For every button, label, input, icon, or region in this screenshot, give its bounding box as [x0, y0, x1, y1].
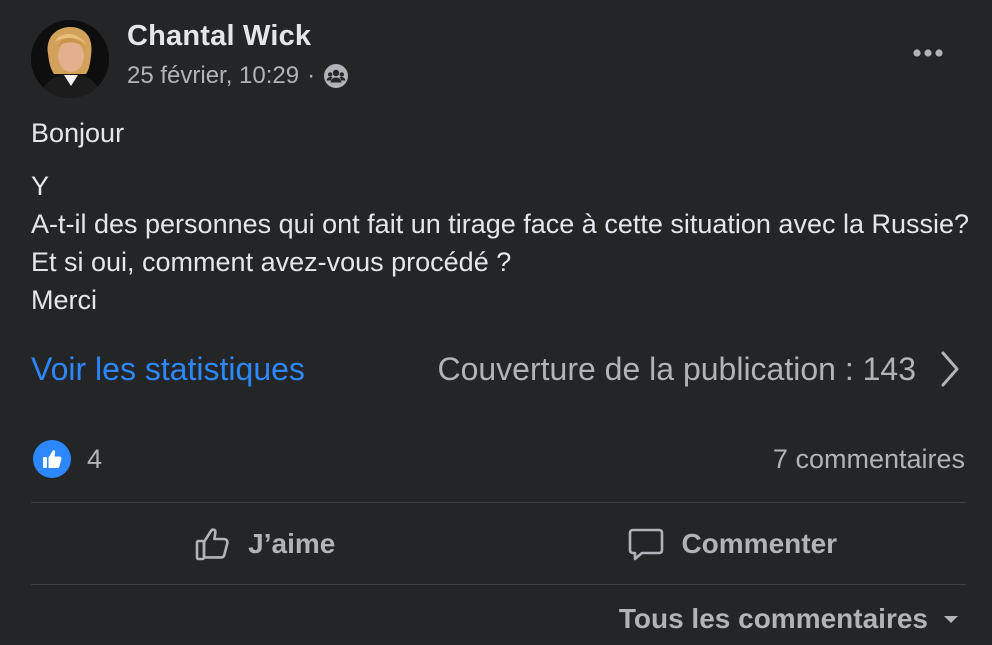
- meta-separator: ·: [307, 62, 316, 89]
- like-button-label: J’aime: [248, 527, 336, 559]
- like-reaction-icon: [33, 440, 71, 478]
- comment-button[interactable]: Commenter: [499, 503, 967, 584]
- post-meta: 25 février, 10:29 ·: [127, 62, 349, 90]
- post-card: Chantal Wick 25 février, 10:29 · Bonjour…: [0, 0, 992, 645]
- post-reach[interactable]: Couverture de la publication : 143: [437, 349, 962, 389]
- post-text-line: Y: [31, 171, 50, 201]
- comment-bubble-icon: [629, 528, 664, 560]
- comment-button-label: Commenter: [681, 527, 838, 559]
- post-timestamp[interactable]: 25 février, 10:29: [127, 62, 299, 90]
- caret-down-icon: [944, 616, 958, 623]
- chevron-right-icon: [941, 351, 959, 387]
- post-body: Bonjour Y A-t-il des personnes qui ont f…: [31, 114, 971, 319]
- divider: [31, 584, 966, 585]
- like-button[interactable]: J’aime: [31, 503, 499, 584]
- author-name[interactable]: Chantal Wick: [127, 20, 311, 53]
- post-reach-label: Couverture de la publication : 143: [437, 350, 916, 387]
- view-insights-link[interactable]: Voir les statistiques: [31, 351, 305, 388]
- avatar-image: [31, 20, 109, 98]
- post-text-line: Bonjour: [31, 118, 125, 148]
- comments-sort-dropdown[interactable]: Tous les commentaires: [619, 603, 960, 635]
- more-horizontal-icon: [913, 49, 943, 57]
- thumbs-up-icon: [195, 527, 229, 560]
- reaction-count: 4: [87, 443, 103, 474]
- post-text-line: A-t-il des personnes qui ont fait un tir…: [31, 209, 970, 277]
- more-options-button[interactable]: [912, 38, 948, 68]
- post-text-line: Merci: [31, 285, 97, 315]
- comments-count[interactable]: 7 commentaires: [773, 444, 965, 475]
- group-audience-icon[interactable]: [323, 63, 349, 89]
- reactions-summary[interactable]: 4: [33, 440, 102, 478]
- action-bar: J’aime Commenter: [31, 503, 966, 584]
- comments-sort-label: Tous les commentaires: [618, 603, 928, 634]
- insights-row: Voir les statistiques Couverture de la p…: [31, 345, 962, 393]
- avatar[interactable]: [31, 20, 109, 98]
